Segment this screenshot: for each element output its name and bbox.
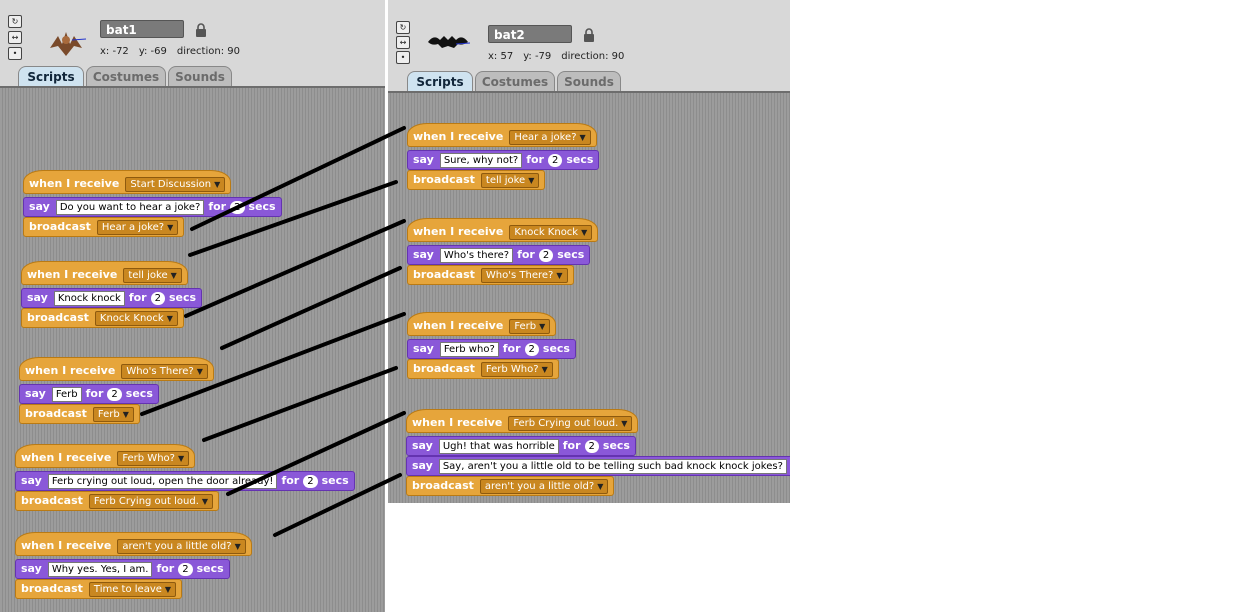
connector-line [226,411,406,496]
connector-line [190,126,406,231]
connector-line [273,473,402,537]
connector-line [140,312,406,416]
connector-line [188,180,398,257]
connector-line [184,219,406,318]
connector-lines [140,126,406,537]
connector-line [220,266,402,350]
